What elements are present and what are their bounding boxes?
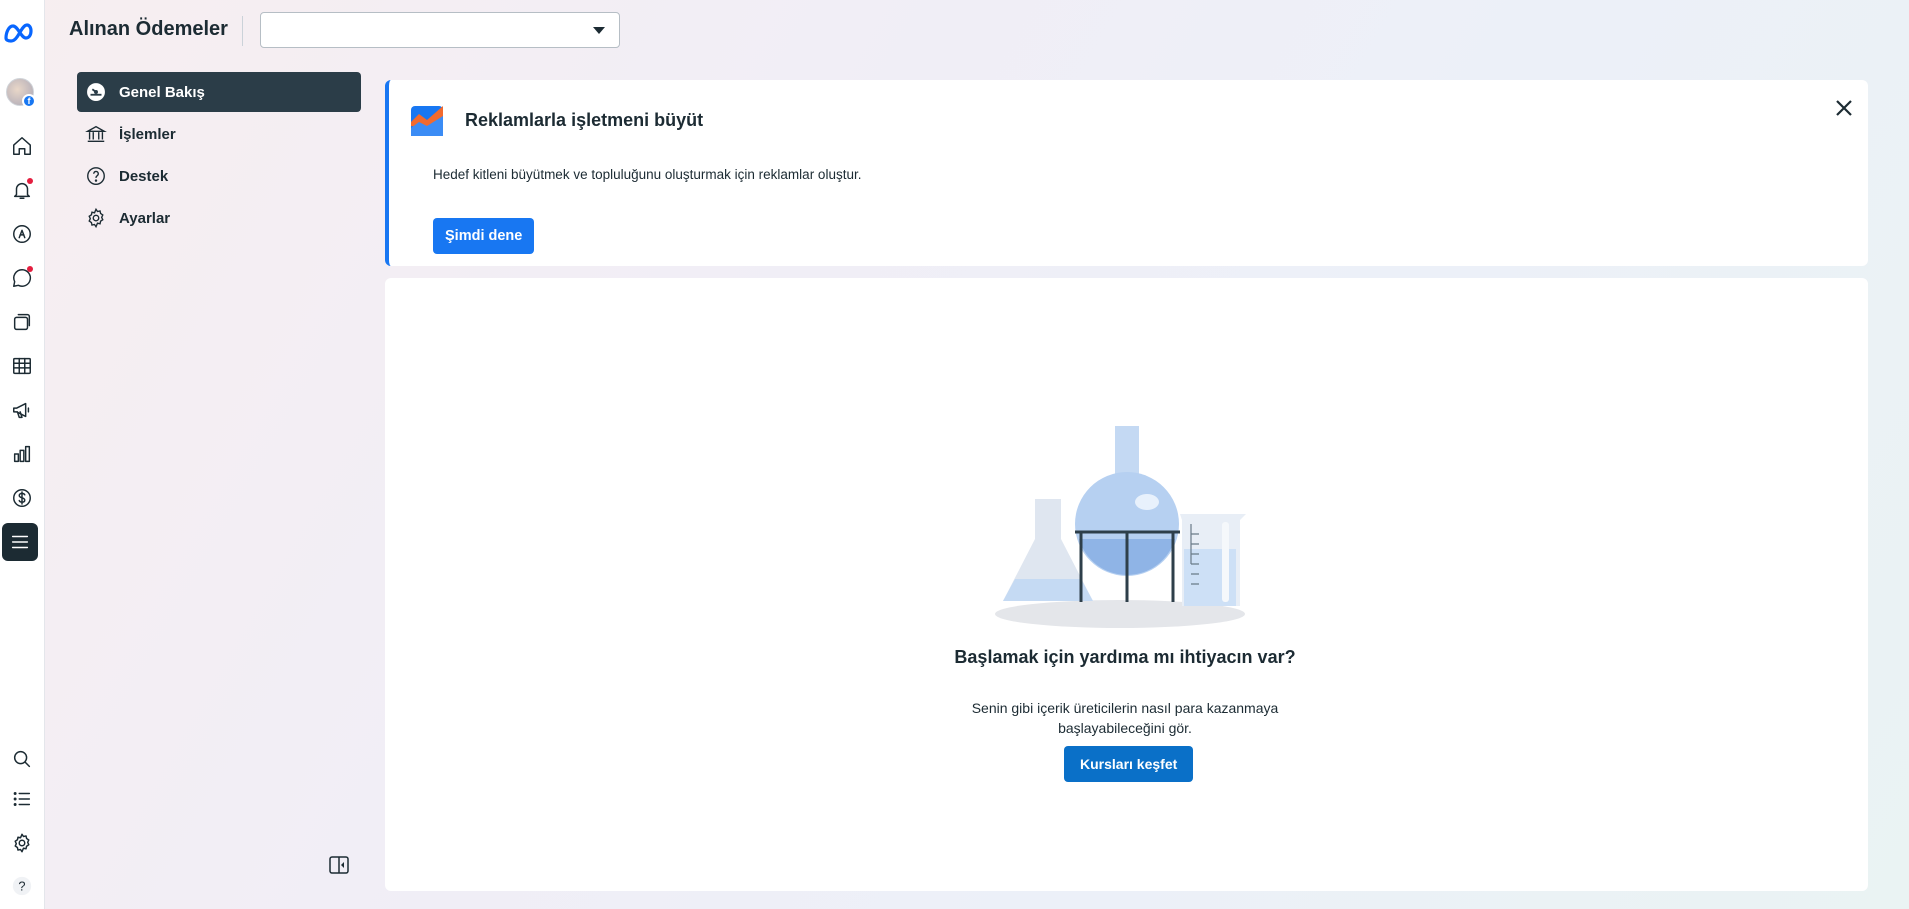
- facebook-badge-icon: f: [22, 94, 36, 108]
- sidebar-item-label: Destek: [119, 167, 169, 185]
- settings-icon[interactable]: [4, 825, 40, 861]
- sidebar-item-settings[interactable]: Ayarlar: [77, 198, 361, 238]
- question-icon: [85, 165, 107, 187]
- explore-courses-button[interactable]: Kursları keşfet: [1064, 746, 1194, 782]
- dashboard-icon: [85, 81, 107, 103]
- close-promo-button[interactable]: [1830, 94, 1858, 122]
- empty-state-description: Senin gibi içerik üreticilerin nasıl par…: [971, 700, 1279, 736]
- bank-icon: [85, 123, 107, 145]
- sidebar-item-label: Ayarlar: [119, 209, 171, 227]
- page-title: Alınan Ödemeler: [69, 18, 228, 40]
- close-icon: [1836, 100, 1852, 116]
- main-card: Başlamak için yardıma mı ihtiyacın var? …: [385, 278, 1868, 891]
- left-rail: f ?: [0, 0, 45, 909]
- lab-flasks-illustration: [995, 426, 1246, 628]
- svg-text:?: ?: [18, 879, 25, 894]
- chevron-down-icon: [593, 27, 605, 34]
- ads-growth-icon: [411, 106, 443, 136]
- message-dot: [27, 266, 33, 272]
- notifications-icon[interactable]: [4, 172, 40, 208]
- try-now-button[interactable]: Şimdi dene: [433, 218, 535, 254]
- meta-logo-icon[interactable]: [2, 20, 38, 46]
- content-icon[interactable]: [4, 304, 40, 340]
- monetization-icon[interactable]: [4, 480, 40, 516]
- promo-description: Hedef kitleni büyütmek ve topluluğunu ol…: [433, 167, 862, 182]
- header-divider: [242, 16, 243, 46]
- ads-icon[interactable]: [4, 216, 40, 252]
- help-icon[interactable]: ?: [4, 868, 40, 904]
- sidebar-item-transactions[interactable]: İşlemler: [77, 114, 361, 154]
- avatar[interactable]: f: [6, 78, 36, 108]
- search-icon[interactable]: [4, 741, 40, 777]
- insights-icon[interactable]: [4, 436, 40, 472]
- sidebar-item-label: İşlemler: [119, 125, 176, 143]
- sidebar-item-label: Genel Bakış: [119, 83, 205, 101]
- menu-icon[interactable]: [2, 523, 38, 561]
- planner-icon[interactable]: [4, 348, 40, 384]
- megaphone-icon[interactable]: [4, 392, 40, 428]
- sidebar-item-support[interactable]: Destek: [77, 156, 361, 196]
- promo-card: Reklamlarla işletmeni büyüt Hedef kitlen…: [385, 80, 1868, 266]
- account-select[interactable]: [260, 12, 620, 48]
- gear-icon: [85, 207, 107, 229]
- sidebar-item-overview[interactable]: Genel Bakış: [77, 72, 361, 112]
- empty-state-title: Başlamak için yardıma mı ihtiyacın var?: [954, 647, 1296, 667]
- messages-icon[interactable]: [4, 260, 40, 296]
- notification-dot: [27, 178, 33, 184]
- list-icon[interactable]: [4, 781, 40, 817]
- home-icon[interactable]: [4, 128, 40, 164]
- promo-title: Reklamlarla işletmeni büyüt: [465, 110, 704, 130]
- collapse-sidebar-icon[interactable]: [329, 856, 349, 874]
